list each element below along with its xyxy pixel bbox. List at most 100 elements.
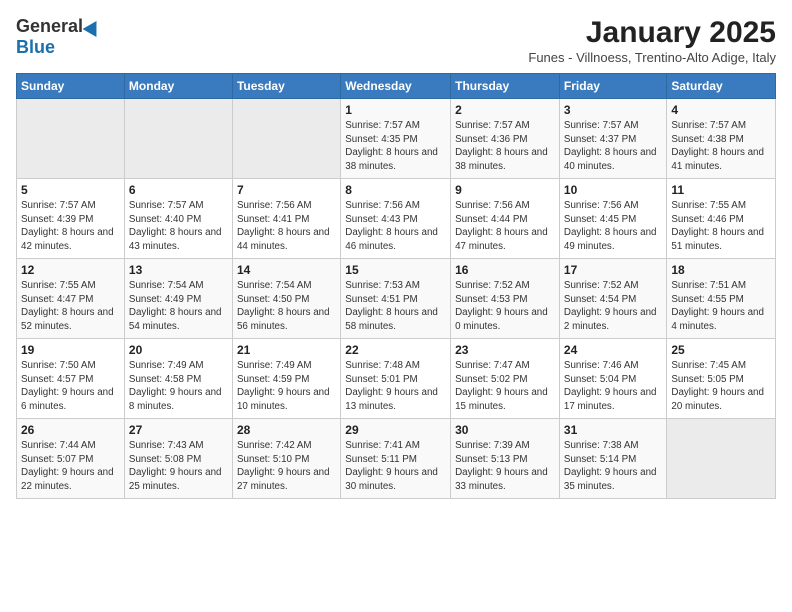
logo: General Blue bbox=[16, 16, 101, 58]
day-info: Sunrise: 7:55 AM Sunset: 4:47 PM Dayligh… bbox=[21, 279, 120, 334]
day-number: 29 bbox=[345, 423, 446, 437]
day-cell: 15 Sunrise: 7:53 AM Sunset: 4:51 PM Dayli… bbox=[341, 259, 451, 339]
day-cell: 4Sunrise: 7:57 AM Sunset: 4:38 PM Daylig… bbox=[667, 99, 776, 179]
day-info: Sunrise: 7:56 AM Sunset: 4:45 PM Dayligh… bbox=[564, 199, 662, 254]
day-number: 6 bbox=[129, 183, 228, 197]
day-cell: 16 Sunrise: 7:52 AM Sunset: 4:53 PM Dayli… bbox=[451, 259, 560, 339]
day-number: 16 bbox=[455, 263, 555, 277]
day-number: 20 bbox=[129, 343, 228, 357]
day-cell: 9 Sunrise: 7:56 AM Sunset: 4:44 PM Daylig… bbox=[451, 179, 560, 259]
day-info: Sunrise: 7:45 AM Sunset: 5:05 PM Dayligh… bbox=[671, 359, 771, 414]
day-info: Sunrise: 7:44 AM Sunset: 5:07 PM Dayligh… bbox=[21, 439, 120, 494]
day-number: 14 bbox=[237, 263, 336, 277]
header-wednesday: Wednesday bbox=[341, 74, 451, 99]
day-cell: 31 Sunrise: 7:38 AM Sunset: 5:14 PM Dayli… bbox=[559, 419, 666, 499]
day-cell: 7Sunrise: 7:56 AM Sunset: 4:41 PM Daylig… bbox=[232, 179, 340, 259]
day-info: Sunrise: 7:49 AM Sunset: 4:59 PM Dayligh… bbox=[237, 359, 336, 414]
day-cell: 11Sunrise: 7:55 AM Sunset: 4:46 PM Dayli… bbox=[667, 179, 776, 259]
day-number: 27 bbox=[129, 423, 228, 437]
day-info: Sunrise: 7:49 AM Sunset: 4:58 PM Dayligh… bbox=[129, 359, 228, 414]
day-cell: 29 Sunrise: 7:41 AM Sunset: 5:11 PM Dayli… bbox=[341, 419, 451, 499]
day-info: Sunrise: 7:50 AM Sunset: 4:57 PM Dayligh… bbox=[21, 359, 120, 414]
day-cell: 30 Sunrise: 7:39 AM Sunset: 5:13 PM Dayli… bbox=[451, 419, 560, 499]
header-saturday: Saturday bbox=[667, 74, 776, 99]
day-number: 24 bbox=[564, 343, 662, 357]
day-info: Sunrise: 7:54 AM Sunset: 4:50 PM Dayligh… bbox=[237, 279, 336, 334]
header-friday: Friday bbox=[559, 74, 666, 99]
header-tuesday: Tuesday bbox=[232, 74, 340, 99]
day-cell: 21Sunrise: 7:49 AM Sunset: 4:59 PM Dayli… bbox=[232, 339, 340, 419]
day-number: 12 bbox=[21, 263, 120, 277]
day-info: Sunrise: 7:57 AM Sunset: 4:40 PM Dayligh… bbox=[129, 199, 228, 254]
day-number: 9 bbox=[455, 183, 555, 197]
calendar-table: SundayMondayTuesdayWednesdayThursdayFrid… bbox=[16, 73, 776, 499]
day-cell: 3 Sunrise: 7:57 AM Sunset: 4:37 PM Daylig… bbox=[559, 99, 666, 179]
calendar-subtitle: Funes - Villnoess, Trentino-Alto Adige, … bbox=[528, 50, 776, 65]
title-block: January 2025 Funes - Villnoess, Trentino… bbox=[528, 16, 776, 65]
day-number: 26 bbox=[21, 423, 120, 437]
day-cell: 6 Sunrise: 7:57 AM Sunset: 4:40 PM Daylig… bbox=[124, 179, 232, 259]
logo-blue-text: Blue bbox=[16, 37, 55, 58]
logo-general-text: General bbox=[16, 16, 83, 37]
week-row-3: 12 Sunrise: 7:55 AM Sunset: 4:47 PM Dayli… bbox=[17, 259, 776, 339]
day-cell: 1Sunrise: 7:57 AM Sunset: 4:35 PM Daylig… bbox=[341, 99, 451, 179]
header-monday: Monday bbox=[124, 74, 232, 99]
day-cell: 10Sunrise: 7:56 AM Sunset: 4:45 PM Dayli… bbox=[559, 179, 666, 259]
day-number: 4 bbox=[671, 103, 771, 117]
day-number: 23 bbox=[455, 343, 555, 357]
day-info: Sunrise: 7:52 AM Sunset: 4:53 PM Dayligh… bbox=[455, 279, 555, 334]
day-number: 15 bbox=[345, 263, 446, 277]
day-info: Sunrise: 7:56 AM Sunset: 4:43 PM Dayligh… bbox=[345, 199, 446, 254]
day-number: 2 bbox=[455, 103, 555, 117]
day-info: Sunrise: 7:54 AM Sunset: 4:49 PM Dayligh… bbox=[129, 279, 228, 334]
day-cell bbox=[667, 419, 776, 499]
day-number: 31 bbox=[564, 423, 662, 437]
day-cell: 18Sunrise: 7:51 AM Sunset: 4:55 PM Dayli… bbox=[667, 259, 776, 339]
week-row-4: 19 Sunrise: 7:50 AM Sunset: 4:57 PM Dayli… bbox=[17, 339, 776, 419]
day-cell: 5Sunrise: 7:57 AM Sunset: 4:39 PM Daylig… bbox=[17, 179, 125, 259]
day-info: Sunrise: 7:57 AM Sunset: 4:39 PM Dayligh… bbox=[21, 199, 120, 254]
week-row-2: 5Sunrise: 7:57 AM Sunset: 4:39 PM Daylig… bbox=[17, 179, 776, 259]
day-number: 30 bbox=[455, 423, 555, 437]
day-number: 25 bbox=[671, 343, 771, 357]
calendar-title: January 2025 bbox=[528, 16, 776, 50]
day-info: Sunrise: 7:48 AM Sunset: 5:01 PM Dayligh… bbox=[345, 359, 446, 414]
day-info: Sunrise: 7:43 AM Sunset: 5:08 PM Dayligh… bbox=[129, 439, 228, 494]
day-cell: 24Sunrise: 7:46 AM Sunset: 5:04 PM Dayli… bbox=[559, 339, 666, 419]
day-number: 13 bbox=[129, 263, 228, 277]
header-row: SundayMondayTuesdayWednesdayThursdayFrid… bbox=[17, 74, 776, 99]
day-number: 11 bbox=[671, 183, 771, 197]
day-cell: 12 Sunrise: 7:55 AM Sunset: 4:47 PM Dayli… bbox=[17, 259, 125, 339]
day-cell: 14 Sunrise: 7:54 AM Sunset: 4:50 PM Dayli… bbox=[232, 259, 340, 339]
day-number: 19 bbox=[21, 343, 120, 357]
day-info: Sunrise: 7:42 AM Sunset: 5:10 PM Dayligh… bbox=[237, 439, 336, 494]
week-row-5: 26 Sunrise: 7:44 AM Sunset: 5:07 PM Dayli… bbox=[17, 419, 776, 499]
day-cell: 2 Sunrise: 7:57 AM Sunset: 4:36 PM Daylig… bbox=[451, 99, 560, 179]
day-info: Sunrise: 7:53 AM Sunset: 4:51 PM Dayligh… bbox=[345, 279, 446, 334]
day-info: Sunrise: 7:56 AM Sunset: 4:44 PM Dayligh… bbox=[455, 199, 555, 254]
day-number: 3 bbox=[564, 103, 662, 117]
day-info: Sunrise: 7:57 AM Sunset: 4:37 PM Dayligh… bbox=[564, 119, 662, 174]
day-info: Sunrise: 7:38 AM Sunset: 5:14 PM Dayligh… bbox=[564, 439, 662, 494]
day-cell bbox=[232, 99, 340, 179]
day-cell: 26 Sunrise: 7:44 AM Sunset: 5:07 PM Dayli… bbox=[17, 419, 125, 499]
day-cell: 28 Sunrise: 7:42 AM Sunset: 5:10 PM Dayli… bbox=[232, 419, 340, 499]
day-cell: 13 Sunrise: 7:54 AM Sunset: 4:49 PM Dayli… bbox=[124, 259, 232, 339]
day-cell: 8 Sunrise: 7:56 AM Sunset: 4:43 PM Daylig… bbox=[341, 179, 451, 259]
page-header: General Blue January 2025 Funes - Villno… bbox=[16, 16, 776, 65]
day-number: 7 bbox=[237, 183, 336, 197]
day-info: Sunrise: 7:57 AM Sunset: 4:36 PM Dayligh… bbox=[455, 119, 555, 174]
day-cell bbox=[124, 99, 232, 179]
day-number: 18 bbox=[671, 263, 771, 277]
day-info: Sunrise: 7:41 AM Sunset: 5:11 PM Dayligh… bbox=[345, 439, 446, 494]
day-cell: 25 Sunrise: 7:45 AM Sunset: 5:05 PM Dayli… bbox=[667, 339, 776, 419]
logo-triangle-icon bbox=[83, 16, 104, 36]
day-number: 8 bbox=[345, 183, 446, 197]
day-number: 1 bbox=[345, 103, 446, 117]
day-info: Sunrise: 7:39 AM Sunset: 5:13 PM Dayligh… bbox=[455, 439, 555, 494]
day-number: 28 bbox=[237, 423, 336, 437]
header-thursday: Thursday bbox=[451, 74, 560, 99]
header-sunday: Sunday bbox=[17, 74, 125, 99]
day-cell: 27 Sunrise: 7:43 AM Sunset: 5:08 PM Dayli… bbox=[124, 419, 232, 499]
day-cell: 17Sunrise: 7:52 AM Sunset: 4:54 PM Dayli… bbox=[559, 259, 666, 339]
